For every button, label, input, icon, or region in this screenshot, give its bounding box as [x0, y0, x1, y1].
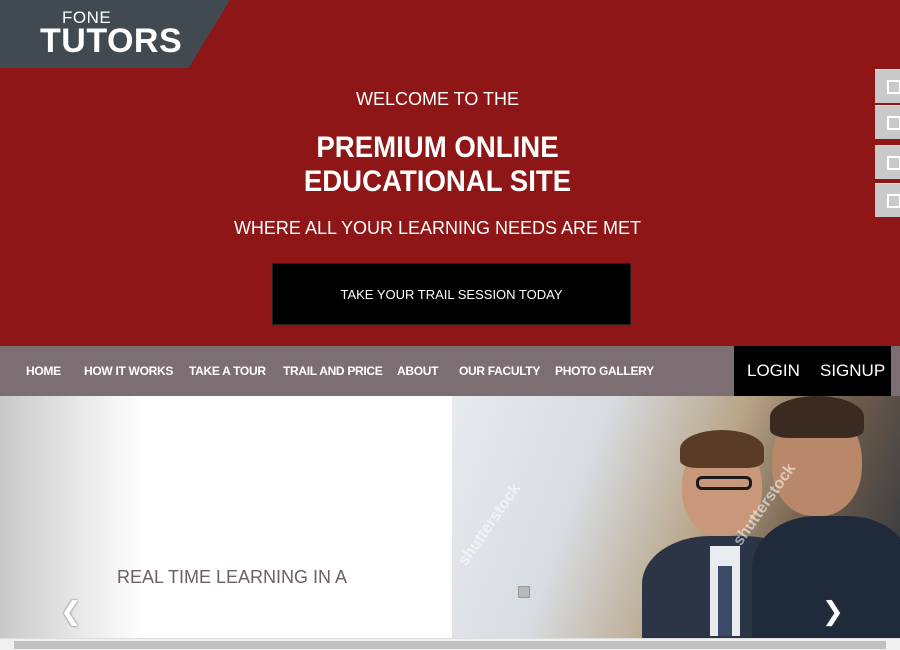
scrollbar-thumb[interactable]	[14, 641, 886, 649]
side-button-1[interactable]	[875, 69, 900, 103]
hero-title: PREMIUM ONLINE EDUCATIONAL SITE	[35, 131, 840, 199]
image-icon	[518, 586, 530, 598]
hero-slider: REAL TIME LEARNING IN A shutterstock shu…	[0, 396, 900, 638]
photo-tie	[718, 566, 732, 636]
photo-person-hair	[680, 430, 764, 468]
square-icon	[887, 79, 900, 94]
nav-item-home[interactable]: HOME	[26, 346, 61, 396]
slide-caption: REAL TIME LEARNING IN A	[117, 567, 348, 587]
nav-item-our-faculty[interactable]: OUR FACULTY	[459, 346, 540, 396]
watermark-text: shutterstock	[455, 480, 525, 569]
nav-edge	[891, 346, 900, 396]
chevron-left-icon[interactable]: ❮	[60, 596, 82, 627]
side-button-2[interactable]	[875, 105, 900, 139]
horizontal-scrollbar[interactable]	[0, 638, 900, 650]
nav-item-about[interactable]: ABOUT	[397, 346, 438, 396]
hero-subtitle: WHERE ALL YOUR LEARNING NEEDS ARE MET	[233, 218, 642, 238]
hero-welcome: WELCOME TO THE	[355, 89, 520, 109]
signup-link[interactable]: SIGNUP	[820, 346, 885, 396]
square-icon	[887, 155, 900, 170]
login-link[interactable]: LOGIN	[747, 346, 800, 396]
nav-item-how-it-works[interactable]: HOW IT WORKS	[84, 346, 173, 396]
side-button-3[interactable]	[875, 145, 900, 179]
nav-item-photo-gallery[interactable]: PHOTO GALLERY	[555, 346, 654, 396]
nav-item-take-a-tour[interactable]: TAKE A TOUR	[189, 346, 266, 396]
main-navigation: HOME HOW IT WORKS TAKE A TOUR TRAIL AND …	[0, 346, 900, 396]
side-button-4[interactable]	[875, 183, 900, 217]
auth-area: LOGIN SIGNUP	[734, 346, 891, 396]
hero-title-line2: EDUCATIONAL SITE	[303, 165, 572, 198]
hero-title-line1: PREMIUM ONLINE	[316, 131, 559, 164]
square-icon	[887, 115, 900, 130]
chevron-right-icon[interactable]: ❯	[822, 596, 844, 627]
hero-section: FONE TUTORS WELCOME TO THE PREMIUM ONLIN…	[0, 0, 900, 346]
site-logo[interactable]: FONE TUTORS	[0, 0, 230, 68]
nav-item-trail-and-price[interactable]: TRAIL AND PRICE	[283, 346, 383, 396]
logo-text-big: TUTORS	[40, 22, 183, 60]
square-icon	[887, 193, 900, 208]
photo-person2-hair	[770, 396, 864, 438]
photo-glasses	[696, 476, 752, 490]
trial-session-button[interactable]: TAKE YOUR TRAIL SESSION TODAY	[272, 263, 631, 325]
